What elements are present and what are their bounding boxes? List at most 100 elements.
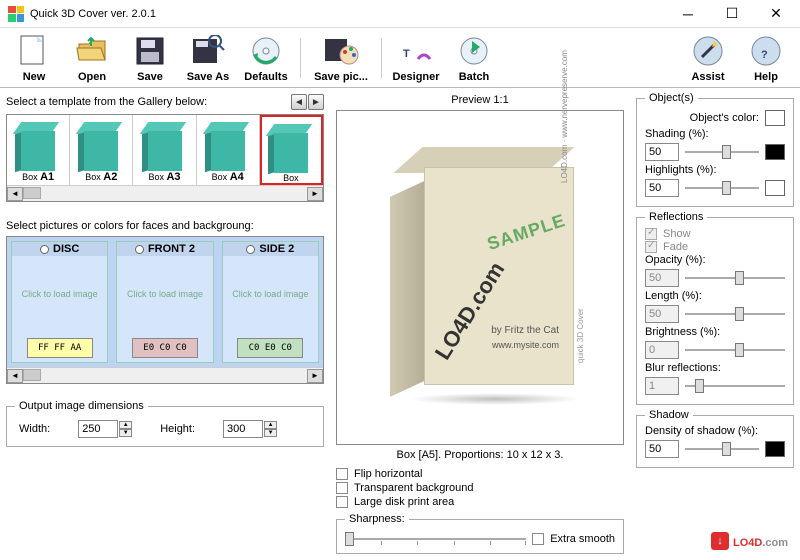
largedisk-checkbox[interactable]: Large disk print area: [336, 496, 624, 508]
length-label: Length (%):: [645, 290, 785, 302]
object-color-label: Object's color:: [690, 112, 759, 124]
open-button[interactable]: Open: [68, 33, 116, 83]
density-slider[interactable]: [685, 439, 759, 459]
minimize-button[interactable]: ─: [666, 0, 710, 28]
preview-byline: by Fritz the Cat: [491, 325, 559, 336]
window-title: Quick 3D Cover ver. 2.0.1: [30, 8, 666, 20]
close-button[interactable]: ✕: [754, 0, 798, 28]
box-preview: LO4D.com SAMPLE by Fritz the Cat www.mys…: [380, 153, 580, 403]
gallery-label: Select a template from the Gallery below…: [6, 96, 207, 108]
sample-stamp: SAMPLE: [485, 209, 569, 254]
faces-scrollbar[interactable]: ◄ ►: [7, 367, 323, 383]
gallery-item[interactable]: Box A3: [133, 115, 196, 185]
flip-checkbox[interactable]: Flip horizontal: [336, 468, 624, 480]
face-load-area[interactable]: Click to load image: [22, 256, 98, 334]
blur-label: Blur reflections:: [645, 362, 785, 374]
save-button[interactable]: Save: [126, 33, 174, 83]
width-input[interactable]: [78, 420, 118, 438]
gallery-item[interactable]: Box A1: [7, 115, 70, 185]
defaults-button[interactable]: Defaults: [242, 33, 290, 83]
preview-header: Preview 1:1: [336, 94, 624, 106]
radio-icon[interactable]: [40, 245, 49, 254]
height-spinner[interactable]: ▲▼: [223, 420, 277, 438]
floppy-zoom-icon: [190, 33, 226, 69]
brightness-label: Brightness (%):: [645, 326, 785, 338]
sharpness-slider[interactable]: [345, 529, 526, 549]
shadow-color-swatch[interactable]: [765, 441, 785, 457]
scroll-left-button[interactable]: ◄: [7, 369, 23, 383]
maximize-button[interactable]: ☐: [710, 0, 754, 28]
sharpness-group: Sharpness: Extra smooth: [336, 513, 624, 554]
toolbar: New Open Save Save As Defaults Save pic.…: [0, 28, 800, 88]
scroll-left-button[interactable]: ◄: [7, 187, 23, 201]
folder-open-icon: [74, 33, 110, 69]
app-icon: [8, 6, 24, 22]
shading-slider[interactable]: [685, 142, 759, 162]
gallery-prev-button[interactable]: ◄: [291, 94, 307, 110]
object-color-swatch[interactable]: [765, 110, 785, 126]
face-color-swatch[interactable]: C0 E0 C0: [237, 338, 303, 358]
highlights-slider[interactable]: [685, 178, 759, 198]
gallery-item[interactable]: Box A2: [70, 115, 133, 185]
opacity-label: Opacity (%):: [645, 254, 785, 266]
shading-color-swatch[interactable]: [765, 144, 785, 160]
objects-group: Object(s) Object's color: Shading (%): 5…: [636, 92, 794, 207]
gallery-scrollbar[interactable]: ◄ ►: [7, 185, 323, 201]
face-color-swatch[interactable]: E0 C0 C0: [132, 338, 198, 358]
shading-value[interactable]: 50: [645, 143, 679, 161]
face-color-swatch[interactable]: FF FF AA: [27, 338, 93, 358]
shading-label: Shading (%):: [645, 128, 785, 140]
assist-button[interactable]: Assist: [684, 33, 732, 83]
length-slider: [685, 304, 785, 324]
help-button[interactable]: ? Help: [742, 33, 790, 83]
new-button[interactable]: New: [10, 33, 58, 83]
face-load-area[interactable]: Click to load image: [127, 256, 203, 334]
show-checkbox: Show: [645, 228, 785, 240]
opacity-value: 50: [645, 269, 679, 287]
face-cell-front2[interactable]: FRONT 2 Click to load image E0 C0 C0: [116, 241, 213, 363]
width-spinner[interactable]: ▲▼: [78, 420, 132, 438]
scroll-right-button[interactable]: ►: [307, 369, 323, 383]
transparent-checkbox[interactable]: Transparent background: [336, 482, 624, 494]
svg-text:T: T: [403, 48, 410, 60]
watermark-icon: ↓: [711, 532, 729, 550]
sharpness-legend: Sharpness:: [345, 513, 409, 525]
help-icon: ?: [748, 33, 784, 69]
disc-refresh-icon: [248, 33, 284, 69]
gallery-next-button[interactable]: ►: [308, 94, 324, 110]
batch-button[interactable]: Batch: [450, 33, 498, 83]
reflections-group: Reflections Show Fade Opacity (%): 50 Le…: [636, 211, 794, 405]
preview-area: LO4D.com SAMPLE by Fritz the Cat www.mys…: [336, 110, 624, 445]
watermark: ↓ LO4D.com: [711, 532, 788, 550]
template-gallery: Box A1 Box A2 Box A3 Box A4 Box ◄ ►: [6, 114, 324, 202]
savepic-button[interactable]: Save pic...: [311, 33, 371, 83]
brightness-slider: [685, 340, 785, 360]
batch-icon: [456, 33, 492, 69]
saveas-button[interactable]: Save As: [184, 33, 232, 83]
output-legend: Output image dimensions: [15, 400, 148, 412]
height-input[interactable]: [223, 420, 263, 438]
blur-slider: [685, 376, 785, 396]
radio-icon[interactable]: [135, 245, 144, 254]
face-cell-side2[interactable]: SIDE 2 Click to load image C0 E0 C0: [222, 241, 319, 363]
gallery-item[interactable]: Box A4: [197, 115, 260, 185]
fade-checkbox: Fade: [645, 241, 785, 253]
width-label: Width:: [19, 423, 50, 435]
preview-url: www.mysite.com: [492, 340, 559, 350]
faces-panel: DISC Click to load image FF FF AA FRONT …: [6, 236, 324, 384]
height-label: Height:: [160, 423, 195, 435]
floppy-palette-icon: [323, 33, 359, 69]
designer-button[interactable]: T Designer: [392, 33, 440, 83]
density-label: Density of shadow (%):: [645, 425, 785, 437]
highlights-color-swatch[interactable]: [765, 180, 785, 196]
extrasmooth-checkbox[interactable]: Extra smooth: [532, 533, 615, 545]
face-cell-disc[interactable]: DISC Click to load image FF FF AA: [11, 241, 108, 363]
preview-side-text2: quick 3D Cover: [576, 308, 585, 363]
face-load-area[interactable]: Click to load image: [232, 256, 308, 334]
radio-icon[interactable]: [246, 245, 255, 254]
density-value[interactable]: 50: [645, 440, 679, 458]
scroll-right-button[interactable]: ►: [307, 187, 323, 201]
highlights-value[interactable]: 50: [645, 179, 679, 197]
gallery-item-selected[interactable]: Box: [260, 115, 323, 185]
svg-text:?: ?: [761, 49, 768, 61]
